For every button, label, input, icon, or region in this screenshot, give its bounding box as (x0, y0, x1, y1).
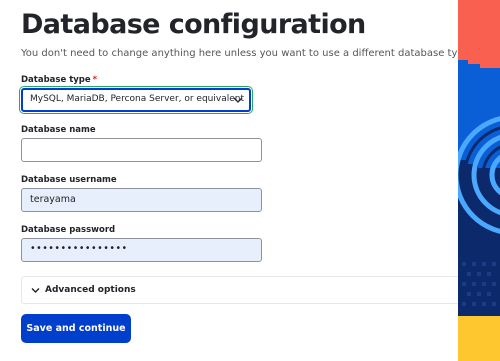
decorative-pattern-graphic (458, 0, 500, 361)
main-panel: Database configuration You don't need to… (0, 0, 473, 361)
database-type-label: Database type * (21, 75, 97, 85)
database-name-input[interactable] (21, 138, 262, 162)
database-type-selected-value: MySQL, MariaDB, Percona Server, or equiv… (30, 94, 244, 104)
database-username-value: terayama (30, 194, 76, 205)
advanced-options-label: Advanced options (45, 285, 136, 295)
database-password-masked-value: •••••••••••••••• (30, 243, 128, 254)
chevron-down-icon (233, 97, 243, 103)
database-name-label: Database name (21, 125, 96, 135)
database-password-input[interactable]: •••••••••••••••• (21, 238, 262, 262)
advanced-options-toggle[interactable]: Advanced options (21, 276, 458, 304)
database-type-label-text: Database type (21, 75, 91, 85)
database-type-select[interactable]: MySQL, MariaDB, Percona Server, or equiv… (21, 88, 251, 112)
page-subtitle: You don't need to change anything here u… (21, 48, 474, 59)
save-and-continue-button[interactable]: Save and continue (21, 314, 131, 343)
chevron-down-icon (31, 288, 40, 293)
database-username-input[interactable]: terayama (21, 188, 262, 212)
database-username-label: Database username (21, 175, 117, 185)
page-title: Database configuration (21, 9, 366, 40)
required-marker: * (92, 75, 98, 85)
decorative-art-panel (458, 0, 500, 361)
database-password-label: Database password (21, 225, 116, 235)
